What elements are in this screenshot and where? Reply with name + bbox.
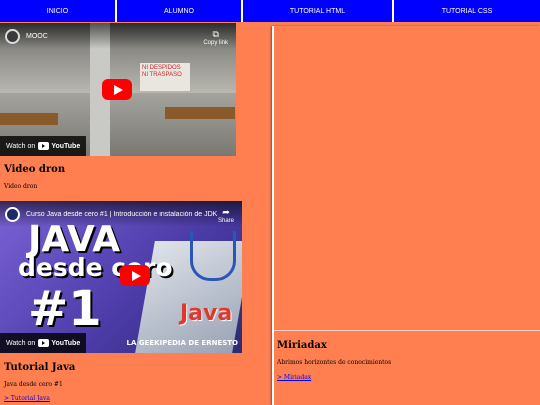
right-panel-divider <box>274 330 540 331</box>
play-button[interactable] <box>120 265 150 286</box>
channel-avatar[interactable] <box>5 206 20 222</box>
nav-item-inicio[interactable]: INICIO <box>0 0 117 22</box>
youtube-logo: YouTube <box>38 339 80 347</box>
thumbnail-java-logo: Java <box>180 301 233 326</box>
java-cup-icon <box>190 231 236 281</box>
share-button[interactable]: ➦ Share <box>218 207 234 224</box>
watch-on-label: Watch on <box>6 339 36 347</box>
channel-avatar[interactable] <box>5 28 20 44</box>
nav-item-tutorial-css[interactable]: TUTORIAL CSS <box>394 0 540 22</box>
top-nav: INICIO ALUMNO TUTORIAL HTML TUTORIAL CSS <box>0 0 540 22</box>
copy-link-label: Copy link <box>203 40 228 46</box>
video-thumbnail-bench <box>0 113 58 125</box>
video-title-bar: MOOC <box>0 23 236 49</box>
copy-icon: ⧉ <box>212 29 219 39</box>
youtube-icon <box>38 339 50 347</box>
youtube-logo: YouTube <box>38 142 80 150</box>
card-text-video-dron: Video dron <box>4 183 38 190</box>
youtube-icon <box>38 142 50 150</box>
video-title-bar: Curso Java desde cero #1 | Introducción … <box>0 201 242 227</box>
thumbnail-brand: LA GEEKIPEDIA DE ERNESTO <box>126 339 238 347</box>
play-icon <box>131 270 141 281</box>
video-thumbnail-banner: NI DESPIDOS NI TRASPASO <box>140 63 190 91</box>
watch-on-youtube-button[interactable]: Watch on YouTube <box>0 333 87 353</box>
youtube-label: YouTube <box>51 142 81 150</box>
video-embed-java[interactable]: JAVA desde cero #1 Java LA GEEKIPEDIA DE… <box>0 201 242 353</box>
play-button[interactable] <box>102 79 132 100</box>
thumbnail-text-number: #1 <box>28 281 102 337</box>
link-tutorial-java[interactable]: > Tutorial Java <box>4 395 50 402</box>
video-title[interactable]: Curso Java desde cero #1 | Introducción … <box>26 211 217 218</box>
watch-on-youtube-button[interactable]: Watch on YouTube <box>0 136 87 156</box>
nav-item-alumno[interactable]: ALUMNO <box>117 0 243 22</box>
video-thumbnail-bench <box>165 107 235 119</box>
nav-item-tutorial-html[interactable]: TUTORIAL HTML <box>243 0 394 22</box>
youtube-label: YouTube <box>51 339 81 347</box>
watch-on-label: Watch on <box>6 142 36 150</box>
share-icon: ➦ <box>222 207 230 217</box>
share-label: Share <box>217 218 234 224</box>
video-embed-dron[interactable]: NI DESPIDOS NI TRASPASO MOOC ⧉ Copy link… <box>0 23 236 156</box>
play-icon <box>113 84 123 95</box>
link-miriadax[interactable]: > Miriadax <box>277 374 311 381</box>
video-title[interactable]: MOOC <box>26 33 48 40</box>
card-title-video-dron: Video dron <box>4 164 66 175</box>
card-title-tutorial-java: Tutorial Java <box>4 362 76 373</box>
card-text-miriadax: Abrimos horizontes de conocimientos <box>277 359 392 366</box>
card-text-tutorial-java: Java desde cero #1 <box>4 381 63 388</box>
card-title-miriadax: Miriadax <box>277 340 327 351</box>
copy-link-button[interactable]: ⧉ Copy link <box>203 29 228 46</box>
